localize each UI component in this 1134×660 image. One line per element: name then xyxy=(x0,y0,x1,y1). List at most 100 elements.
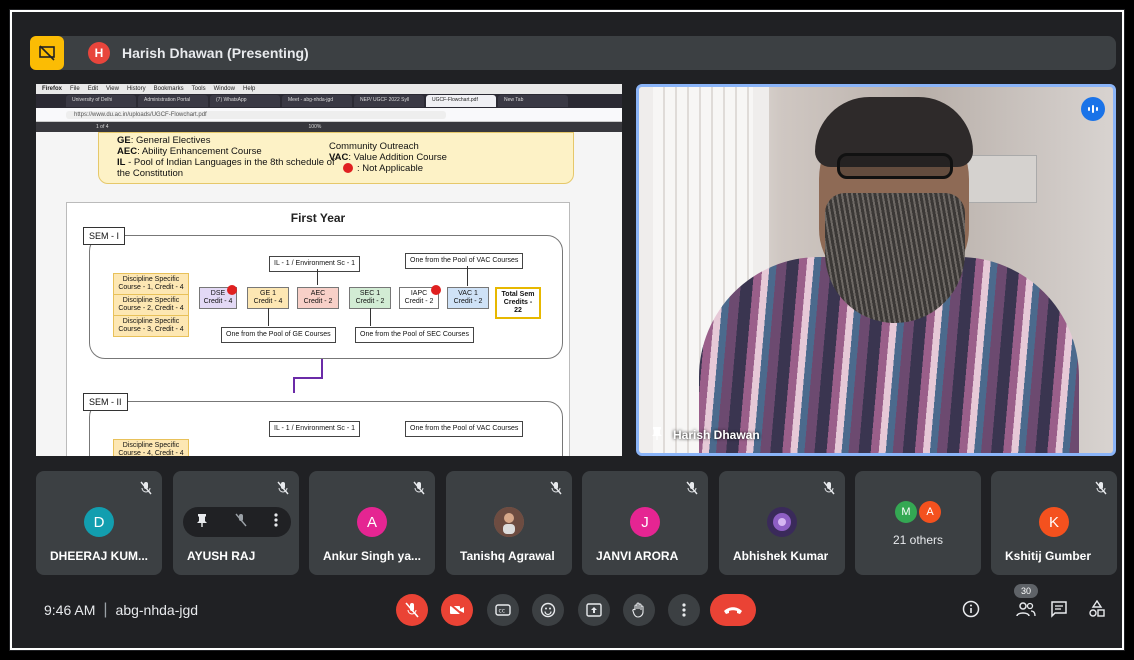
chat-icon[interactable] xyxy=(1048,598,1070,620)
leave-call-button[interactable] xyxy=(710,594,756,626)
participant-name: DHEERAJ KUM... xyxy=(50,549,149,563)
connector-line xyxy=(321,359,323,379)
people-icon[interactable] xyxy=(1015,598,1037,620)
browser-tab: University of Delhi xyxy=(66,95,136,107)
pdf-document: GE: General Electives AEC: Ability Enhan… xyxy=(36,132,622,456)
participant-tile[interactable]: K Kshitij Gumber xyxy=(991,471,1117,575)
connector-line xyxy=(293,377,295,393)
video-name-label: Harish Dhawan xyxy=(651,426,760,443)
course-node-ge: GE 1 Credit - 4 xyxy=(247,287,289,309)
arrow xyxy=(268,308,269,326)
red-dot-icon xyxy=(227,285,237,295)
participant-tile[interactable]: Tanishq Agrawal xyxy=(446,471,572,575)
menu-item: History xyxy=(126,86,146,92)
emoji-button[interactable] xyxy=(532,594,564,626)
ds-course: Discipline Specific Course - 2, Credit -… xyxy=(113,294,189,316)
avatar-photo xyxy=(767,507,797,537)
menu-item: Bookmarks xyxy=(153,86,184,92)
legend-text: : General Electives xyxy=(130,135,211,146)
note-vac: One from the Pool of VAC Courses xyxy=(405,421,524,437)
avatar: A xyxy=(919,501,941,523)
browser-tab: (7) WhatsApp xyxy=(210,95,280,107)
mic-off-icon xyxy=(686,481,698,500)
more-options-icon[interactable] xyxy=(274,512,278,532)
pdf-zoom: 100% xyxy=(308,124,322,130)
participant-count-badge: 30 xyxy=(1014,584,1038,598)
avatar: D xyxy=(84,507,114,537)
participant-tile[interactable]: J JANVI ARORA xyxy=(582,471,708,575)
sem1-label: SEM - I xyxy=(83,227,126,245)
legend-key: AEC xyxy=(117,146,138,157)
shared-screen: Firefox File Edit View History Bookmarks… xyxy=(36,84,622,456)
svg-text:cc: cc xyxy=(499,608,506,615)
arrow xyxy=(467,266,468,286)
pin-icon[interactable] xyxy=(651,426,663,443)
legend-text: : Ability Enhancement Course xyxy=(137,146,262,157)
avatar: J xyxy=(630,507,660,537)
glasses xyxy=(837,153,953,179)
participant-name: JANVI ARORA xyxy=(596,549,679,563)
avatar-photo xyxy=(494,507,524,537)
pdf-toolbar: 1 of 4 100% xyxy=(36,122,622,132)
participant-tile[interactable]: AYUSH RAJ xyxy=(173,471,299,575)
participant-tile[interactable]: D DHEERAJ KUM... xyxy=(36,471,162,575)
avatar: A xyxy=(357,507,387,537)
browser-tab: UGCF-Flowchart.pdf xyxy=(426,95,496,107)
menu-item: View xyxy=(106,86,119,92)
url-text: https://www.du.ac.in/uploads/UGCF-Flowch… xyxy=(66,110,446,119)
red-dot-icon xyxy=(431,285,441,295)
mic-off-icon xyxy=(550,481,562,500)
first-year-box: First Year SEM - I IL - 1 / Environment … xyxy=(66,202,570,456)
others-tile[interactable]: M A 21 others xyxy=(855,471,981,575)
note-vac: One from the Pool of VAC Courses xyxy=(405,253,524,269)
arrow xyxy=(370,308,371,326)
menu-item: Firefox xyxy=(42,86,63,92)
more-options-button[interactable] xyxy=(668,594,700,626)
participant-tile[interactable]: A Ankur Singh ya... xyxy=(309,471,435,575)
browser-tab: Administration Portal xyxy=(138,95,208,107)
mute-participant-icon[interactable] xyxy=(235,513,247,532)
legend-text: - Pool of Indian Languages in the 8th sc… xyxy=(117,157,335,179)
video-name: Harish Dhawan xyxy=(673,427,760,442)
participant-tile[interactable]: Abhishek Kumar xyxy=(719,471,845,575)
avatar: M xyxy=(895,501,917,523)
legend-text: Community Outreach xyxy=(329,141,419,152)
others-count: 21 others xyxy=(892,533,944,547)
browser-tab: Meet - abg-nhda-jgd xyxy=(282,95,352,107)
presenter-avatar: H xyxy=(88,42,110,64)
url-bar: https://www.du.ac.in/uploads/UGCF-Flowch… xyxy=(36,108,622,122)
raise-hand-button[interactable] xyxy=(623,594,655,626)
camera-toggle-button[interactable] xyxy=(441,594,473,626)
mic-off-icon xyxy=(277,481,289,500)
mic-off-icon xyxy=(1095,481,1107,500)
tile-hover-controls xyxy=(183,507,291,537)
browser-tab: New Tab xyxy=(498,95,568,107)
pinned-video-tile[interactable]: Harish Dhawan xyxy=(636,84,1116,456)
sem2-label: SEM - II xyxy=(83,393,128,411)
note-il: IL - 1 / Environment Sc - 1 xyxy=(269,421,361,437)
legend-key: GE xyxy=(117,135,131,146)
mic-off-icon xyxy=(413,481,425,500)
participant-name: AYUSH RAJ xyxy=(187,549,256,563)
ds-course: Discipline Specific Course - 3, Credit -… xyxy=(113,315,189,337)
participant-name: Kshitij Gumber xyxy=(1005,549,1092,563)
note-ge: One from the Pool of GE Courses xyxy=(221,327,336,343)
clock: 9:46 AM xyxy=(44,602,96,618)
presenter-title: Harish Dhawan (Presenting) xyxy=(122,45,309,61)
present-screen-button[interactable] xyxy=(578,594,610,626)
course-node-aec: AEC Credit - 2 xyxy=(297,287,339,309)
menu-item: Window xyxy=(213,86,235,92)
presentation-icon[interactable] xyxy=(30,36,64,70)
mic-off-icon xyxy=(823,481,835,500)
captions-button[interactable]: cc xyxy=(487,594,519,626)
year-title: First Year xyxy=(290,211,346,225)
activities-icon[interactable] xyxy=(1086,598,1108,620)
mic-toggle-button[interactable] xyxy=(396,594,428,626)
meeting-info-icon[interactable] xyxy=(960,598,982,620)
call-control-bar: 9:46 AM | abg-nhda-jgd cc 30 xyxy=(30,584,1116,632)
total-credits: Total Sem Credits - 22 xyxy=(495,287,541,319)
pin-icon[interactable] xyxy=(196,513,208,532)
menu-item: Help xyxy=(242,86,256,92)
participant-name: Abhishek Kumar xyxy=(733,549,829,563)
course-node-vac: VAC 1 Credit - 2 xyxy=(447,287,489,309)
